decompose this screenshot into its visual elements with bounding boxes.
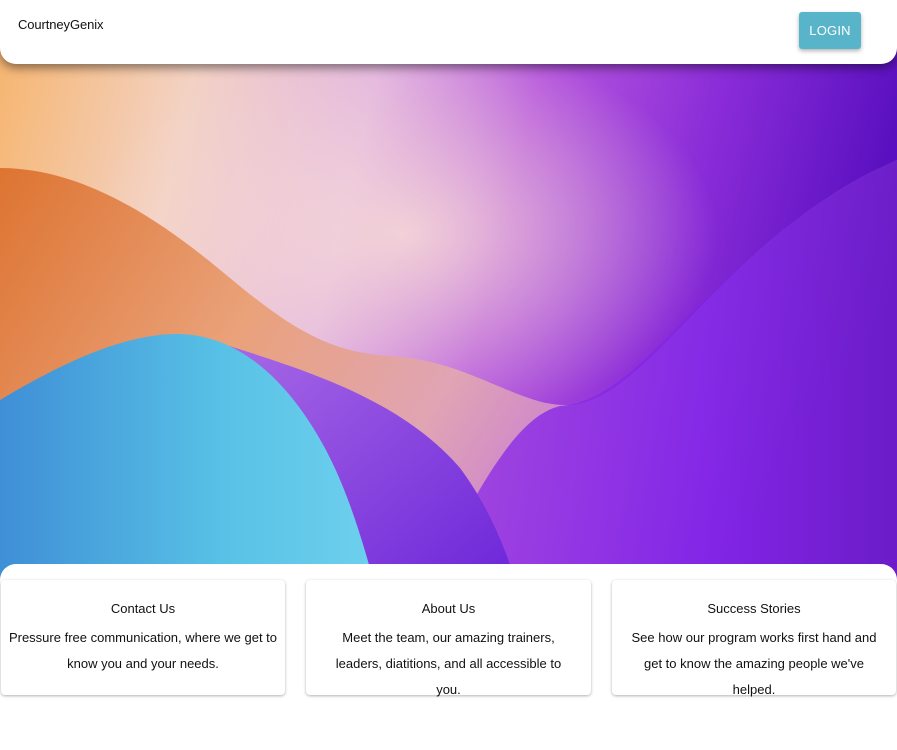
page: CourtneyGenix LOGIN Contact Us Pressure … (0, 0, 897, 750)
hero-banner (0, 38, 897, 598)
card-about-us[interactable]: About Us Meet the team, our amazing trai… (306, 580, 591, 697)
card-description: Pressure free communication, where we ge… (8, 630, 278, 671)
card-title: About Us (421, 601, 476, 616)
card-description: Meet the team, our amazing trainers, lea… (335, 630, 562, 697)
login-button[interactable]: LOGIN (799, 12, 861, 49)
card-title: Success Stories (707, 601, 801, 616)
brand-logo-text[interactable]: CourtneyGenix (18, 17, 104, 32)
hero-wave-graphic (0, 38, 897, 598)
card-description: See how our program works first hand and… (631, 630, 877, 697)
card-success-stories[interactable]: Success Stories See how our program work… (612, 580, 896, 697)
top-navigation-bar: CourtneyGenix LOGIN (0, 0, 897, 64)
card-title: Contact Us (110, 601, 176, 616)
card-contact-us[interactable]: Contact Us Pressure free communication, … (1, 580, 285, 695)
cards-section: Contact Us Pressure free communication, … (0, 564, 897, 750)
